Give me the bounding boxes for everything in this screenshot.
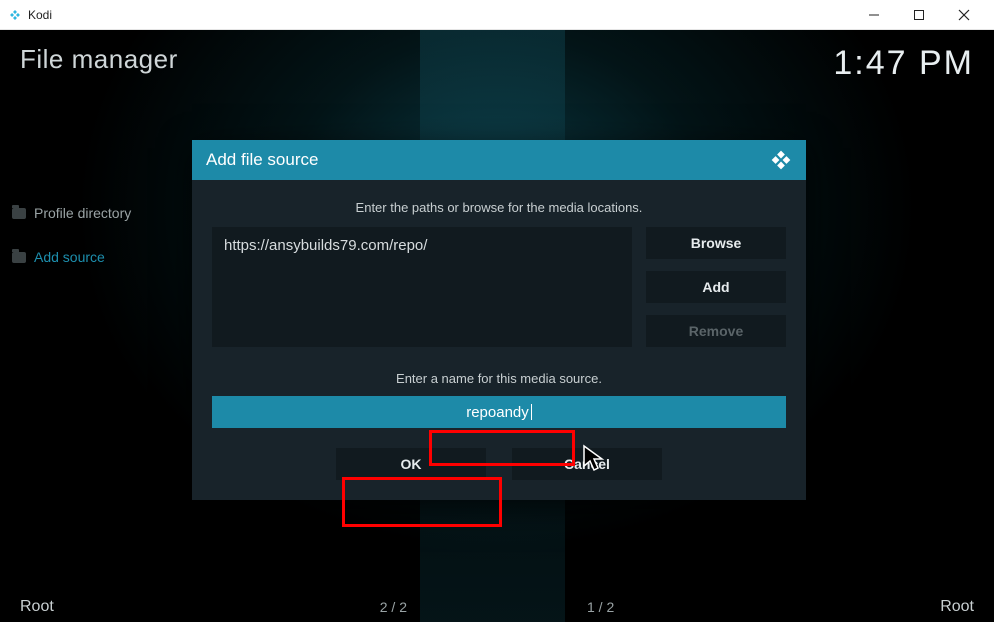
ok-button[interactable]: OK — [336, 448, 486, 480]
left-source-list: Profile directory Add source — [12, 205, 131, 293]
footer-right-label: Root — [940, 598, 974, 616]
minimize-button[interactable] — [851, 0, 896, 30]
window-title: Kodi — [28, 8, 52, 22]
text-caret — [531, 404, 532, 420]
cancel-button[interactable]: Cancel — [512, 448, 662, 480]
clock: 1:47 PM — [833, 44, 974, 83]
folder-icon — [12, 252, 26, 263]
source-name-value: repoandy — [466, 404, 529, 421]
remove-button[interactable]: Remove — [646, 315, 786, 347]
kodi-logo-icon — [770, 149, 792, 171]
dialog-header: Add file source — [192, 140, 806, 180]
close-button[interactable] — [941, 0, 986, 30]
footer-left-count: 2 / 2 — [380, 599, 407, 615]
dialog-instruction-name: Enter a name for this media source. — [212, 371, 786, 386]
source-name-input[interactable]: repoandy — [212, 396, 786, 428]
kodi-app-icon — [8, 8, 22, 22]
folder-icon — [12, 208, 26, 219]
sidebar-item-add-source[interactable]: Add source — [12, 249, 131, 265]
add-file-source-dialog: Add file source Enter the paths or brows… — [192, 140, 806, 500]
dialog-title: Add file source — [206, 150, 318, 170]
window-titlebar: Kodi — [0, 0, 994, 30]
kodi-app-body: File manager 1:47 PM Profile directory A… — [0, 30, 994, 622]
path-input-value: https://ansybuilds79.com/repo/ — [224, 237, 427, 254]
sidebar-item-label: Add source — [34, 249, 105, 265]
footer-left-label: Root — [20, 598, 54, 616]
sidebar-item-label: Profile directory — [34, 205, 131, 221]
maximize-button[interactable] — [896, 0, 941, 30]
footer-right-count: 1 / 2 — [587, 599, 614, 615]
sidebar-item-profile-directory[interactable]: Profile directory — [12, 205, 131, 221]
add-button[interactable]: Add — [646, 271, 786, 303]
browse-button[interactable]: Browse — [646, 227, 786, 259]
page-title: File manager — [20, 44, 178, 75]
footer-bar: Root 2 / 2 1 / 2 Root — [20, 598, 974, 616]
path-input[interactable]: https://ansybuilds79.com/repo/ — [212, 227, 632, 347]
dialog-instruction-paths: Enter the paths or browse for the media … — [212, 200, 786, 215]
